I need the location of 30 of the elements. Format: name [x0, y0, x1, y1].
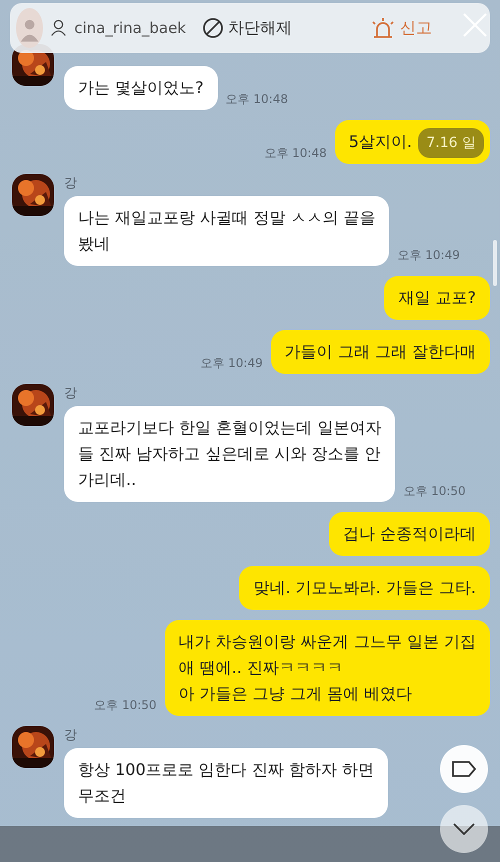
message-bubble: 나는 재일교포랑 사귈때 정말 ㅅㅅ의 끝을 봤네: [64, 196, 390, 266]
date-badge: 7.16 일: [418, 128, 484, 158]
message-bubble: 가들이 그래 그래 잘한다매: [270, 330, 490, 374]
message-time: 오후 10:48: [226, 91, 288, 108]
message-time: 오후 10:50: [94, 697, 157, 714]
message-bubble: 교포라기보다 한일 혼혈이었는데 일본여자 들 진짜 남자하고 싶은데로 시와 장소를 안 가리데..: [64, 406, 396, 502]
chevron-down-icon: [453, 823, 475, 835]
scroll-down-button[interactable]: [440, 805, 488, 853]
sender-name: 강: [64, 175, 78, 192]
tag-icon: [451, 760, 477, 778]
message-time: 오후 10:49: [200, 355, 263, 372]
message-bubble: 5살지이. 7.16 일: [334, 120, 490, 164]
message-time: 오후 10:48: [264, 145, 327, 162]
message-bubble: 겁나 순종적이라데: [328, 512, 490, 556]
siren-icon: [370, 17, 396, 39]
message-bubble: 재일 교포?: [384, 276, 490, 320]
message-bubble: 가는 몇살이었노?: [64, 66, 218, 110]
username[interactable]: cina_rina_baek: [74, 19, 186, 37]
message-time: 오후 10:50: [403, 483, 466, 500]
message-time: 오후 10:49: [397, 247, 460, 264]
sender-name: 강: [64, 727, 78, 744]
avatar-icon: [16, 8, 44, 48]
tag-button[interactable]: [440, 745, 488, 793]
block-icon: [202, 17, 224, 39]
message-bubble: 내가 차승원이랑 싸운게 그느무 일본 기집 애 땜에.. 진짜ㅋㅋㅋㅋ 아 가들은 그냥 그게 몸에 베였다: [164, 620, 490, 716]
scroll-indicator: [493, 240, 497, 286]
unblock-button[interactable]: 차단해제: [202, 17, 292, 39]
message-bubble: 맞네. 기모노봐라. 가들은 그타.: [239, 566, 490, 610]
message-bubble: 항상 100프로로 임한다 진짜 함하자 하면 무조건: [64, 748, 388, 818]
sender-name: 강: [64, 385, 78, 402]
